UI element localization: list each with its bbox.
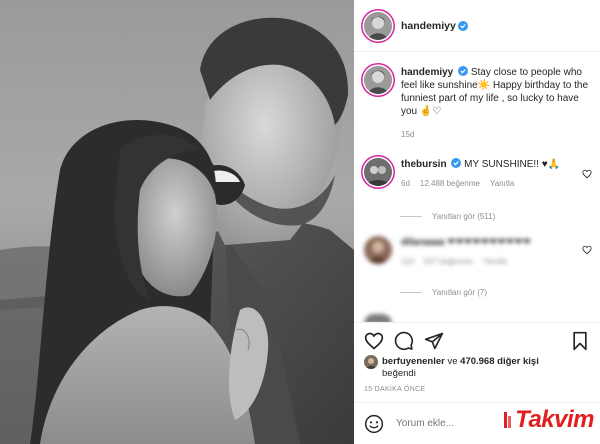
comment-likes[interactable]: 12.488 beğenme (420, 177, 480, 190)
comment-item: thebursin MY SUNSHINE!! ♥🙏 6d 12.488 beğ… (364, 158, 592, 190)
commenter-avatar[interactable] (364, 314, 392, 322)
post-timestamp[interactable]: 15 DAKİKA ÖNCE (364, 386, 425, 393)
caption-username[interactable]: handemiyy (401, 67, 453, 78)
likes-summary[interactable]: berfuyenenler ve 470.968 diğer kişi beğe… (364, 355, 539, 380)
action-bar (354, 322, 600, 358)
liker-avatar (364, 355, 378, 369)
comment-item: dilaraaaa ❤❤❤❤❤❤❤❤❤❤ 11d 937 beğenme Yan… (364, 236, 592, 268)
verified-badge-icon (451, 158, 462, 168)
view-replies-label: Yanıtları gör (7) (432, 288, 487, 297)
reply-button[interactable]: Yanıtla (483, 255, 507, 268)
post-side-panel: handemiyy handemiyy Stay close to people… (354, 0, 600, 444)
replies-divider (400, 292, 422, 293)
share-icon[interactable] (424, 331, 444, 351)
reply-button[interactable]: Yanıtla (490, 177, 514, 190)
view-replies-button[interactable]: Yanıtları gör (511) (400, 212, 495, 221)
caption-age[interactable]: 15d (401, 128, 414, 141)
post-header: handemiyy (354, 0, 600, 52)
comment-likes[interactable]: 937 beğenme (424, 255, 473, 268)
verified-badge-icon (457, 20, 468, 31)
liker-username[interactable]: berfuyenenler (382, 356, 445, 367)
caption-avatar[interactable] (364, 66, 392, 94)
comment-like-heart-icon[interactable] (582, 169, 592, 179)
caption: handemiyy Stay close to people who feel … (364, 66, 592, 141)
bookmark-icon[interactable] (570, 331, 590, 351)
replies-divider (400, 216, 422, 217)
watermark-mark-icon (504, 412, 512, 428)
couple-photo-image (0, 0, 354, 444)
likes-suffix: beğendi (382, 368, 416, 379)
view-replies-button[interactable]: Yanıtları gör (7) (400, 288, 487, 297)
watermark-brand: Takvim (515, 406, 594, 433)
comment-text: MY SUNSHINE!! ♥🙏 (464, 159, 561, 170)
comment-username[interactable]: thebursin (401, 159, 447, 170)
view-replies-label: Yanıtları gör (511) (432, 212, 496, 221)
comment-like-heart-icon[interactable] (582, 245, 592, 255)
comments-section: handemiyy Stay close to people who feel … (354, 52, 600, 322)
heart-icon[interactable] (364, 331, 384, 351)
comment-text: ❤❤❤❤❤❤❤❤❤❤ (447, 237, 531, 248)
comment-age[interactable]: 6d (401, 177, 410, 190)
commenter-avatar[interactable] (364, 236, 392, 264)
verified-badge-icon (458, 66, 469, 76)
likes-connector: ve (447, 356, 458, 367)
post-photo[interactable] (0, 0, 354, 444)
comment-age[interactable]: 11d (401, 255, 414, 268)
comment-username[interactable]: dilaraaaa (401, 237, 444, 248)
watermark-logo: Takvim (503, 406, 594, 434)
likes-others[interactable]: 470.968 diğer kişi (460, 356, 539, 367)
emoji-icon[interactable] (364, 414, 384, 434)
author-avatar[interactable] (364, 11, 392, 40)
commenter-avatar[interactable] (364, 158, 392, 186)
comment-icon[interactable] (394, 331, 414, 351)
author-username[interactable]: handemiyy (401, 20, 456, 32)
